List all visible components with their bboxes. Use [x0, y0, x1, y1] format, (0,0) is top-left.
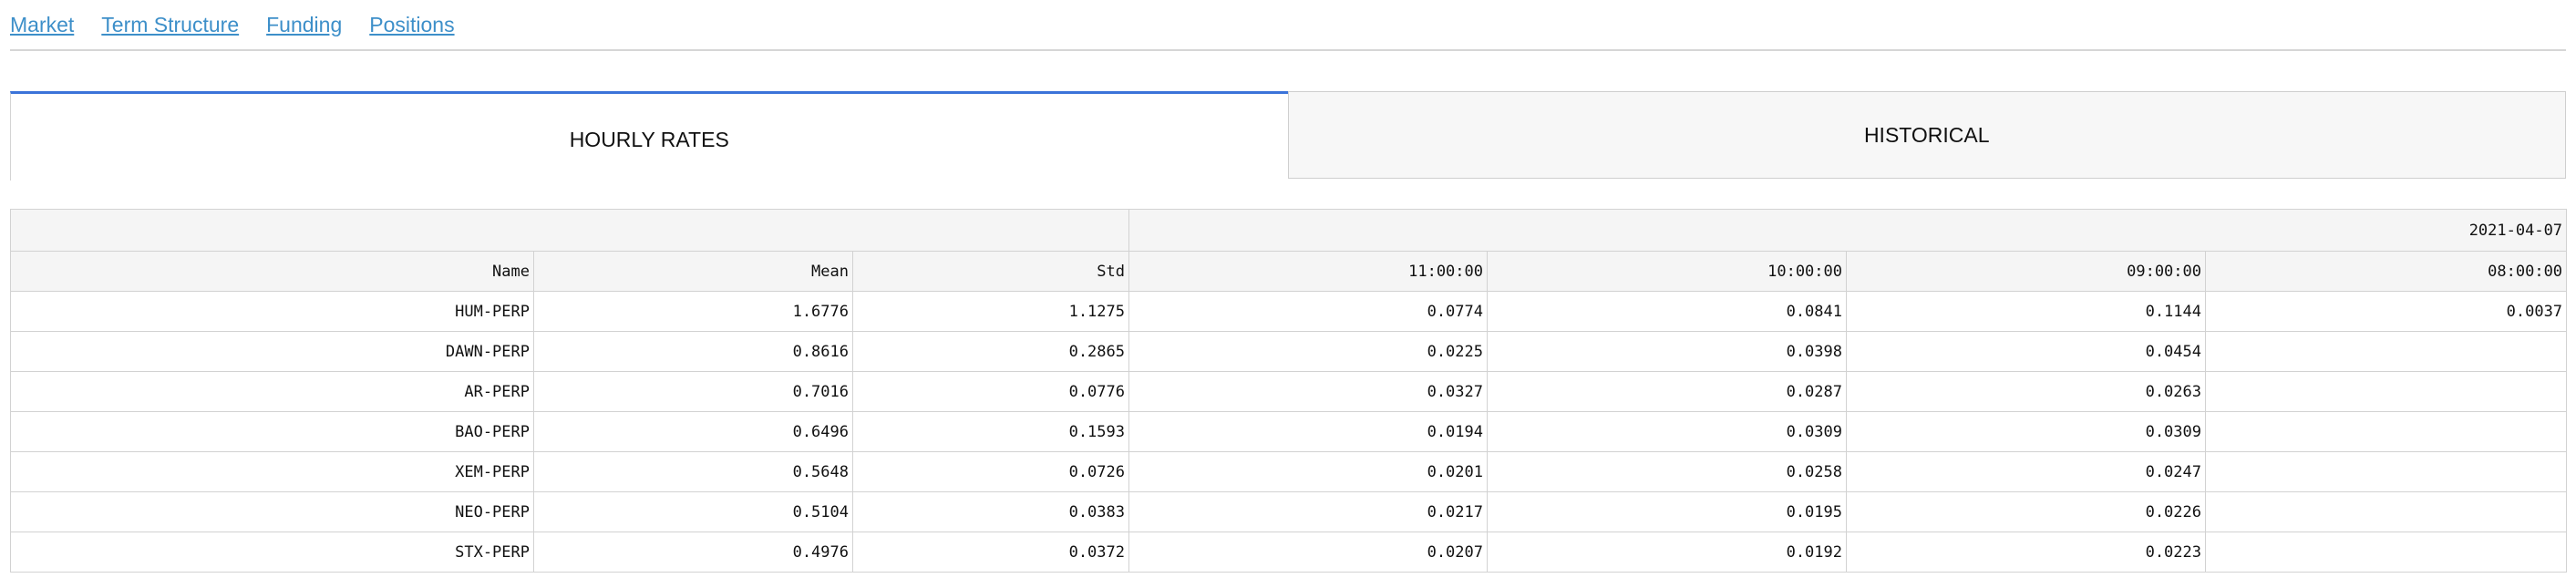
- table-row: HUM-PERP 1.6776 1.1275 0.0774 0.0841 0.1…: [10, 291, 2568, 332]
- cell-0900: 0.0309: [1846, 411, 2206, 452]
- cell-1000: 0.0309: [1487, 411, 1847, 452]
- cell-0800: [2204, 411, 2568, 452]
- cell-std: 0.0372: [852, 532, 1129, 573]
- table-group-header-row: 2021-04-07: [10, 209, 2568, 252]
- cell-mean: 0.7016: [533, 371, 853, 412]
- table-row: BAO-PERP 0.6496 0.1593 0.0194 0.0309 0.0…: [10, 411, 2568, 452]
- cell-mean: 0.5648: [533, 451, 853, 492]
- cell-1100: 0.0201: [1128, 451, 1488, 492]
- cell-mean: 0.6496: [533, 411, 853, 452]
- cell-name: AR-PERP: [10, 371, 534, 412]
- tab-historical[interactable]: HISTORICAL: [1287, 91, 2566, 179]
- cell-0800: [2204, 331, 2568, 372]
- cell-std: 0.0776: [852, 371, 1129, 412]
- cell-0800: 0.0037: [2204, 291, 2568, 332]
- column-header-1100[interactable]: 11:00:00: [1128, 251, 1488, 292]
- cell-mean: 1.6776: [533, 291, 853, 332]
- cell-1000: 0.0841: [1487, 291, 1847, 332]
- table-row: XEM-PERP 0.5648 0.0726 0.0201 0.0258 0.0…: [10, 451, 2568, 492]
- cell-0900: 0.0263: [1846, 371, 2206, 412]
- cell-1000: 0.0287: [1487, 371, 1847, 412]
- column-header-name[interactable]: Name: [10, 251, 534, 292]
- cell-0900: 0.0247: [1846, 451, 2206, 492]
- cell-mean: 0.5104: [533, 491, 853, 532]
- cell-1100: 0.0207: [1128, 532, 1488, 573]
- column-header-mean[interactable]: Mean: [533, 251, 853, 292]
- cell-1000: 0.0398: [1487, 331, 1847, 372]
- cell-std: 1.1275: [852, 291, 1129, 332]
- tab-bar: HOURLY RATES HISTORICAL: [10, 91, 2566, 181]
- cell-std: 0.2865: [852, 331, 1129, 372]
- tab-hourly-rates[interactable]: HOURLY RATES: [10, 91, 1288, 181]
- cell-std: 0.0726: [852, 451, 1129, 492]
- cell-0900: 0.0223: [1846, 532, 2206, 573]
- cell-name: NEO-PERP: [10, 491, 534, 532]
- table-row: NEO-PERP 0.5104 0.0383 0.0217 0.0195 0.0…: [10, 491, 2568, 532]
- cell-name: BAO-PERP: [10, 411, 534, 452]
- group-header-date: 2021-04-07: [1128, 209, 2568, 252]
- cell-1000: 0.0258: [1487, 451, 1847, 492]
- cell-name: XEM-PERP: [10, 451, 534, 492]
- cell-0800: [2204, 532, 2568, 573]
- nav-link-funding[interactable]: Funding: [266, 13, 342, 37]
- cell-0900: 0.0226: [1846, 491, 2206, 532]
- cell-0800: [2204, 371, 2568, 412]
- cell-1100: 0.0225: [1128, 331, 1488, 372]
- cell-std: 0.0383: [852, 491, 1129, 532]
- cell-1100: 0.0327: [1128, 371, 1488, 412]
- column-header-0800[interactable]: 08:00:00: [2204, 251, 2568, 292]
- table-row: DAWN-PERP 0.8616 0.2865 0.0225 0.0398 0.…: [10, 331, 2568, 372]
- cell-std: 0.1593: [852, 411, 1129, 452]
- cell-mean: 0.8616: [533, 331, 853, 372]
- table-row: STX-PERP 0.4976 0.0372 0.0207 0.0192 0.0…: [10, 532, 2568, 573]
- column-header-0900[interactable]: 09:00:00: [1846, 251, 2206, 292]
- cell-name: HUM-PERP: [10, 291, 534, 332]
- column-header-1000[interactable]: 10:00:00: [1487, 251, 1847, 292]
- table-row: AR-PERP 0.7016 0.0776 0.0327 0.0287 0.02…: [10, 371, 2568, 412]
- table-column-header-row: Name Mean Std 11:00:00 10:00:00 09:00:00…: [10, 251, 2568, 292]
- funding-rates-table: 2021-04-07 Name Mean Std 11:00:00 10:00:…: [10, 209, 2568, 573]
- column-header-std[interactable]: Std: [852, 251, 1129, 292]
- nav-link-market[interactable]: Market: [10, 13, 74, 37]
- cell-0900: 0.0454: [1846, 331, 2206, 372]
- cell-0800: [2204, 451, 2568, 492]
- top-nav: Market Term Structure Funding Positions: [10, 8, 482, 41]
- cell-1100: 0.0774: [1128, 291, 1488, 332]
- nav-link-positions[interactable]: Positions: [369, 13, 454, 37]
- cell-name: STX-PERP: [10, 532, 534, 573]
- cell-mean: 0.4976: [533, 532, 853, 573]
- cell-1100: 0.0194: [1128, 411, 1488, 452]
- group-header-stats: [10, 209, 1129, 252]
- funding-rates-table-container: 2021-04-07 Name Mean Std 11:00:00 10:00:…: [10, 209, 2568, 573]
- nav-divider: [10, 49, 2566, 51]
- cell-0800: [2204, 491, 2568, 532]
- cell-0900: 0.1144: [1846, 291, 2206, 332]
- cell-1000: 0.0195: [1487, 491, 1847, 532]
- cell-1100: 0.0217: [1128, 491, 1488, 532]
- cell-name: DAWN-PERP: [10, 331, 534, 372]
- nav-link-term-structure[interactable]: Term Structure: [101, 13, 239, 37]
- cell-1000: 0.0192: [1487, 532, 1847, 573]
